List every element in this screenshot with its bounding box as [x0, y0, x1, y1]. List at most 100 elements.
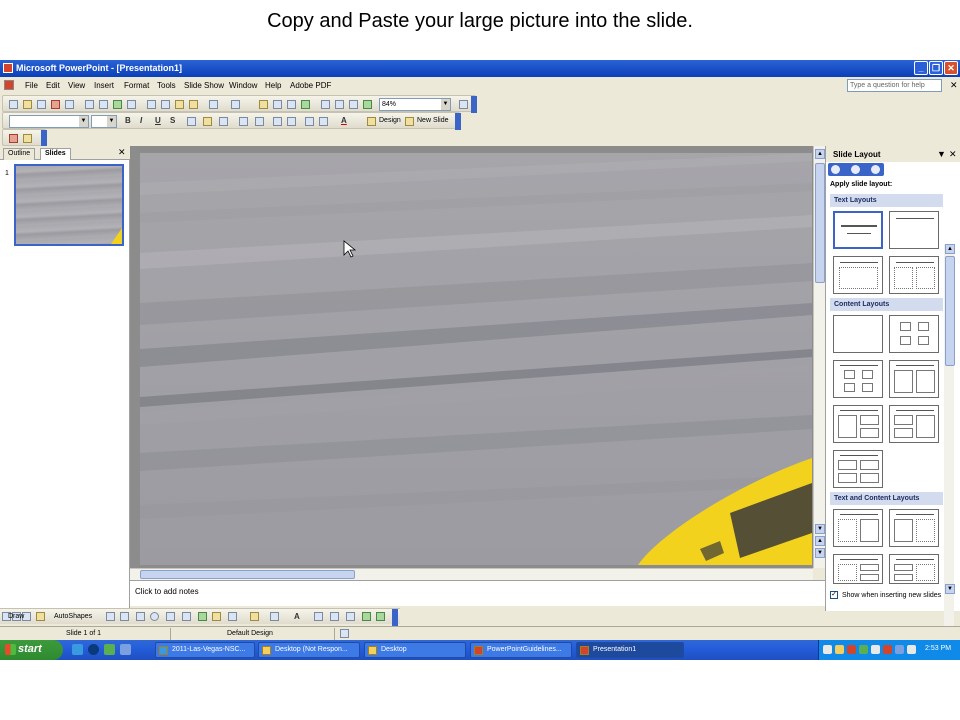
excel-icon[interactable] — [104, 644, 115, 655]
media-player-icon[interactable] — [88, 644, 99, 655]
menu-slide-show[interactable]: Slide Show — [184, 81, 224, 90]
wordart-icon[interactable] — [182, 612, 191, 621]
spelling-status-icon[interactable] — [340, 629, 349, 638]
layout-title-and-2-content[interactable] — [889, 360, 939, 398]
dash-style-icon[interactable] — [330, 612, 339, 621]
shadow-style-icon[interactable] — [362, 612, 371, 621]
scrollbar-thumb[interactable] — [140, 570, 355, 579]
taskbar-item-presentation1[interactable]: Presentation1 — [576, 642, 684, 658]
menu-edit[interactable]: Edit — [46, 81, 60, 90]
start-button[interactable]: start — [0, 640, 63, 660]
menu-format[interactable]: Format — [124, 81, 149, 90]
color-grayscale-icon[interactable] — [363, 100, 372, 109]
volume-icon[interactable] — [907, 645, 916, 654]
taskbar-item-desktop[interactable]: Desktop — [364, 642, 466, 658]
scroll-up-icon[interactable]: ▲ — [945, 244, 955, 254]
scrollbar-thumb[interactable] — [945, 256, 955, 366]
layout-title-slide[interactable] — [833, 211, 883, 249]
task-pane-scrollbar[interactable]: ▲ ▼ — [944, 244, 955, 654]
paste-icon[interactable] — [175, 100, 184, 109]
clock[interactable]: 2:53 PM — [925, 645, 951, 652]
menu-window[interactable]: Window — [229, 81, 257, 90]
notes-pane[interactable]: Click to add notes — [130, 580, 825, 606]
decrease-font-icon[interactable] — [287, 117, 296, 126]
font-color-button[interactable]: A — [341, 116, 347, 125]
convert-to-pdf-icon[interactable] — [9, 134, 18, 143]
permission-icon[interactable] — [51, 100, 60, 109]
pdf-email-icon[interactable] — [23, 134, 32, 143]
arrow-icon[interactable] — [120, 612, 129, 621]
italic-button[interactable]: I — [140, 116, 142, 125]
center-icon[interactable] — [203, 117, 212, 126]
shadow-button[interactable]: S — [170, 116, 175, 125]
slide-thumbnail[interactable] — [14, 164, 124, 246]
align-left-icon[interactable] — [187, 117, 196, 126]
font-name-select[interactable]: ▼ — [9, 115, 89, 128]
taskbar-item-desktop-not-responding[interactable]: Desktop (Not Respon... — [258, 642, 360, 658]
toolbar-options-chevron[interactable] — [471, 96, 477, 113]
text-box-icon[interactable] — [166, 612, 175, 621]
print-icon[interactable] — [85, 100, 94, 109]
menu-view[interactable]: View — [68, 81, 85, 90]
select-objects-icon[interactable] — [36, 612, 45, 621]
layout-title-content-and-2-content[interactable] — [833, 405, 883, 443]
forward-icon[interactable] — [851, 165, 860, 174]
autoshapes-menu-button[interactable]: AutoShapes — [54, 613, 92, 620]
next-slide-icon[interactable]: ▼ — [815, 548, 825, 558]
document-icon[interactable] — [4, 80, 14, 90]
3d-style-icon[interactable] — [376, 612, 385, 621]
zoom-select[interactable]: 84% ▼ — [379, 98, 451, 111]
title-bar[interactable]: Microsoft PowerPoint - [Presentation1] _… — [0, 60, 960, 77]
save-icon[interactable] — [37, 100, 46, 109]
insert-hyperlink-icon[interactable] — [301, 100, 310, 109]
slide-horizontal-scrollbar[interactable] — [130, 568, 813, 580]
help-search-input[interactable]: Type a question for help — [847, 79, 942, 92]
diagram-icon[interactable] — [198, 612, 207, 621]
minimize-button[interactable]: _ — [914, 61, 928, 75]
expand-all-icon[interactable] — [321, 100, 330, 109]
close-icon[interactable]: ✕ — [949, 149, 957, 160]
scroll-down-icon[interactable]: ▼ — [815, 524, 825, 534]
underline-button[interactable]: U — [155, 116, 161, 125]
taskbar-item-powerpoint-guidelines[interactable]: PowerPointGuidelines... — [470, 642, 572, 658]
layout-title-and-text[interactable] — [833, 256, 883, 294]
insert-picture-icon[interactable] — [228, 612, 237, 621]
layout-content[interactable] — [889, 315, 939, 353]
menu-tools[interactable]: Tools — [157, 81, 176, 90]
insert-chart-icon[interactable] — [259, 100, 268, 109]
checkbox-checked-icon[interactable]: ✓ — [830, 591, 838, 599]
taskbar-item-las-vegas[interactable]: 2011-Las-Vegas-NSC... — [155, 642, 255, 658]
tray-arrow-icon[interactable] — [823, 645, 832, 654]
fill-color-icon[interactable] — [250, 612, 259, 621]
toolbar-options-chevron[interactable] — [41, 130, 47, 147]
menu-insert[interactable]: Insert — [94, 81, 114, 90]
show-formatting-icon[interactable] — [335, 100, 344, 109]
close-icon[interactable]: ✕ — [118, 147, 126, 158]
numbering-icon[interactable] — [239, 117, 248, 126]
spelling-icon[interactable] — [113, 100, 122, 109]
cut-icon[interactable] — [147, 100, 156, 109]
update-icon[interactable] — [883, 645, 892, 654]
pasted-picture[interactable] — [140, 153, 812, 565]
layout-blank[interactable] — [833, 315, 883, 353]
internet-explorer-icon[interactable] — [72, 644, 83, 655]
layout-title-and-4-content[interactable] — [833, 450, 883, 488]
undo-icon[interactable] — [209, 100, 218, 109]
scrollbar-thumb[interactable] — [815, 163, 825, 283]
previous-slide-icon[interactable]: ▲ — [815, 536, 825, 546]
layout-title-text-and-2-content[interactable] — [833, 554, 883, 584]
font-color-draw-button[interactable]: A — [294, 612, 300, 621]
show-when-inserting-checkbox[interactable]: ✓ Show when inserting new slides — [830, 591, 941, 599]
align-right-icon[interactable] — [219, 117, 228, 126]
layout-title-2-content-and-text[interactable] — [889, 554, 939, 584]
bullets-icon[interactable] — [255, 117, 264, 126]
research-icon[interactable] — [127, 100, 136, 109]
task-pane-menu-icon[interactable]: ▼ — [937, 149, 946, 159]
tab-slides[interactable]: Slides — [40, 148, 71, 160]
print-preview-icon[interactable] — [99, 100, 108, 109]
scroll-down-icon[interactable]: ▼ — [945, 584, 955, 594]
close-document-icon[interactable]: ✕ — [950, 80, 958, 91]
layout-title-only[interactable] — [889, 211, 939, 249]
line-color-icon[interactable] — [270, 612, 279, 621]
layout-two-column-text[interactable] — [889, 256, 939, 294]
